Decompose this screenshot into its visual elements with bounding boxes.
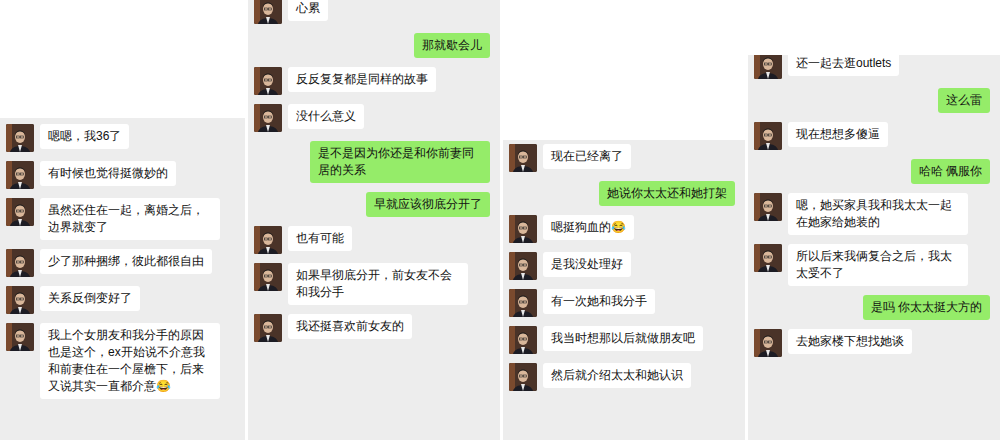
message-row: 有时候也觉得挺微妙的 [6, 161, 239, 189]
received-bubble[interactable]: 我当时想那以后就做朋友吧 [543, 326, 703, 351]
chat-screenshot: 嗯嗯，我36了有时候也觉得挺微妙的虽然还住在一起，离婚之后，边界就变了少了那种捆… [0, 0, 245, 440]
received-bubble[interactable]: 我还挺喜欢前女友的 [288, 314, 412, 339]
message-row: 是吗 你太太挺大方的 [754, 295, 994, 320]
message-row: 心累 [254, 0, 494, 24]
sent-bubble[interactable]: 她说你太太还和她打架 [599, 181, 735, 206]
message-row: 是不是因为你还是和你前妻同居的关系 [254, 141, 494, 183]
received-bubble[interactable]: 去她家楼下想找她谈 [788, 329, 912, 354]
received-bubble[interactable]: 嗯，她买家具我和我太太一起在她家给她装的 [788, 193, 968, 235]
received-bubble[interactable]: 是我没处理好 [543, 252, 631, 277]
message-row: 嗯挺狗血的😂 [509, 215, 739, 243]
received-bubble[interactable]: 虽然还住在一起，离婚之后，边界就变了 [40, 198, 220, 240]
message-row: 我当时想那以后就做朋友吧 [509, 326, 739, 354]
avatar-icon[interactable] [254, 226, 282, 254]
message-row: 少了那种捆绑，彼此都很自由 [6, 249, 239, 277]
avatar-icon[interactable] [6, 198, 34, 226]
received-bubble[interactable]: 关系反倒变好了 [40, 286, 140, 311]
avatar-icon[interactable] [509, 252, 537, 280]
chat-screenshot: 还一起去逛outlets 这么雷现在想想多傻逼哈哈 佩服你嗯，她买家具我和我太太一… [748, 0, 1000, 440]
avatar-icon[interactable] [754, 55, 782, 79]
sent-bubble[interactable]: 是不是因为你还是和你前妻同居的关系 [310, 141, 490, 183]
avatar-icon[interactable] [254, 67, 282, 95]
message-row: 她说你太太还和她打架 [509, 181, 739, 206]
avatar-icon[interactable] [754, 244, 782, 272]
avatar-icon[interactable] [254, 314, 282, 342]
chat-screenshot: 心累那就歇会儿反反复复都是同样的故事没什么意义是不是因为你还是和你前妻同居的关系… [248, 0, 500, 440]
message-row: 有一次她和我分手 [509, 289, 739, 317]
received-bubble[interactable]: 反反复复都是同样的故事 [288, 67, 436, 92]
avatar-icon[interactable] [6, 161, 34, 189]
avatar-icon[interactable] [6, 249, 34, 277]
sent-bubble[interactable]: 是吗 你太太挺大方的 [863, 295, 990, 320]
received-bubble[interactable]: 嗯挺狗血的😂 [543, 215, 634, 240]
avatar-icon[interactable] [754, 122, 782, 150]
sent-bubble[interactable]: 这么雷 [938, 88, 990, 113]
avatar-icon[interactable] [509, 215, 537, 243]
message-row: 如果早彻底分开，前女友不会和我分手 [254, 263, 494, 305]
avatar-icon[interactable] [509, 144, 537, 172]
received-bubble[interactable]: 现在已经离了 [543, 144, 631, 169]
avatar-icon[interactable] [754, 329, 782, 357]
received-bubble[interactable]: 心累 [288, 0, 328, 21]
message-row: 也有可能 [254, 226, 494, 254]
received-bubble[interactable]: 现在想想多傻逼 [788, 122, 888, 147]
received-bubble[interactable]: 还一起去逛outlets [788, 55, 899, 76]
avatar-icon[interactable] [6, 323, 34, 351]
message-row: 关系反倒变好了 [6, 286, 239, 314]
message-row: 这么雷 [754, 88, 994, 113]
received-bubble[interactable]: 然后就介绍太太和她认识 [543, 363, 691, 388]
message-row: 反反复复都是同样的故事 [254, 67, 494, 95]
message-row: 还一起去逛outlets [754, 55, 994, 79]
message-row: 所以后来我俩复合之后，我太太受不了 [754, 244, 994, 286]
avatar-icon[interactable] [509, 326, 537, 354]
message-row: 是我没处理好 [509, 252, 739, 280]
received-bubble[interactable]: 有一次她和我分手 [543, 289, 655, 314]
message-row: 早就应该彻底分开了 [254, 192, 494, 217]
sent-bubble[interactable]: 早就应该彻底分开了 [366, 192, 490, 217]
avatar-icon[interactable] [509, 363, 537, 391]
message-row: 嗯，她买家具我和我太太一起在她家给她装的 [754, 193, 994, 235]
message-row: 哈哈 佩服你 [754, 159, 994, 184]
received-bubble[interactable]: 嗯嗯，我36了 [40, 124, 129, 149]
received-bubble[interactable]: 也有可能 [288, 226, 352, 251]
sent-bubble[interactable]: 哈哈 佩服你 [911, 159, 990, 184]
message-row: 我上个女朋友和我分手的原因也是这个，ex开始说不介意我和前妻住在一个屋檐下，后来… [6, 323, 239, 399]
message-row: 那就歇会儿 [254, 33, 494, 58]
chat-screenshot: 现在已经离了她说你太太还和她打架嗯挺狗血的😂 是我没处理好有一次她和我分手我当时想… [503, 0, 745, 440]
avatar-icon[interactable] [254, 263, 282, 291]
received-bubble[interactable]: 所以后来我俩复合之后，我太太受不了 [788, 244, 968, 286]
avatar-icon[interactable] [6, 124, 34, 152]
message-row: 没什么意义 [254, 104, 494, 132]
received-bubble[interactable]: 如果早彻底分开，前女友不会和我分手 [288, 263, 468, 305]
avatar-icon[interactable] [509, 289, 537, 317]
message-row: 去她家楼下想找她谈 [754, 329, 994, 357]
received-bubble[interactable]: 我上个女朋友和我分手的原因也是这个，ex开始说不介意我和前妻住在一个屋檐下，后来… [40, 323, 220, 399]
avatar-icon[interactable] [754, 193, 782, 221]
message-row: 现在已经离了 [509, 144, 739, 172]
message-row: 嗯嗯，我36了 [6, 124, 239, 152]
received-bubble[interactable]: 有时候也觉得挺微妙的 [40, 161, 176, 186]
avatar-icon[interactable] [254, 104, 282, 132]
avatar-icon[interactable] [6, 286, 34, 314]
received-bubble[interactable]: 少了那种捆绑，彼此都很自由 [40, 249, 212, 274]
message-row: 现在想想多傻逼 [754, 122, 994, 150]
avatar-icon[interactable] [254, 0, 282, 24]
sent-bubble[interactable]: 那就歇会儿 [414, 33, 490, 58]
message-row: 然后就介绍太太和她认识 [509, 363, 739, 391]
message-row: 我还挺喜欢前女友的 [254, 314, 494, 342]
message-row: 虽然还住在一起，离婚之后，边界就变了 [6, 198, 239, 240]
received-bubble[interactable]: 没什么意义 [288, 104, 364, 129]
